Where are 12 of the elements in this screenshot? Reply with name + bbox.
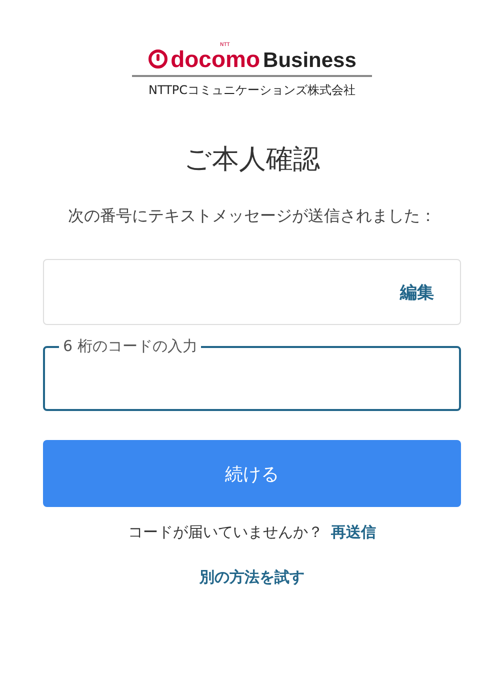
page-title: ご本人確認 [183,143,321,177]
code-input-field[interactable]: 6 桁のコードの入力 [43,337,461,411]
message-text: 次の番号にテキストメッセージが送信されました： [67,205,437,227]
alternative-method-link[interactable]: 別の方法を試す [200,568,304,587]
logo-suffix: Business [263,50,356,71]
continue-button[interactable]: 続ける [43,440,461,507]
company-name: NTTPCコミュニケーションズ株式会社 [148,82,356,99]
logo-icon [148,49,168,69]
logo-brand: docomo [170,48,260,71]
resend-link[interactable]: 再送信 [331,523,376,542]
resend-prompt: コードが届いていませんか？ [128,523,323,542]
edit-link[interactable]: 編集 [400,280,434,304]
